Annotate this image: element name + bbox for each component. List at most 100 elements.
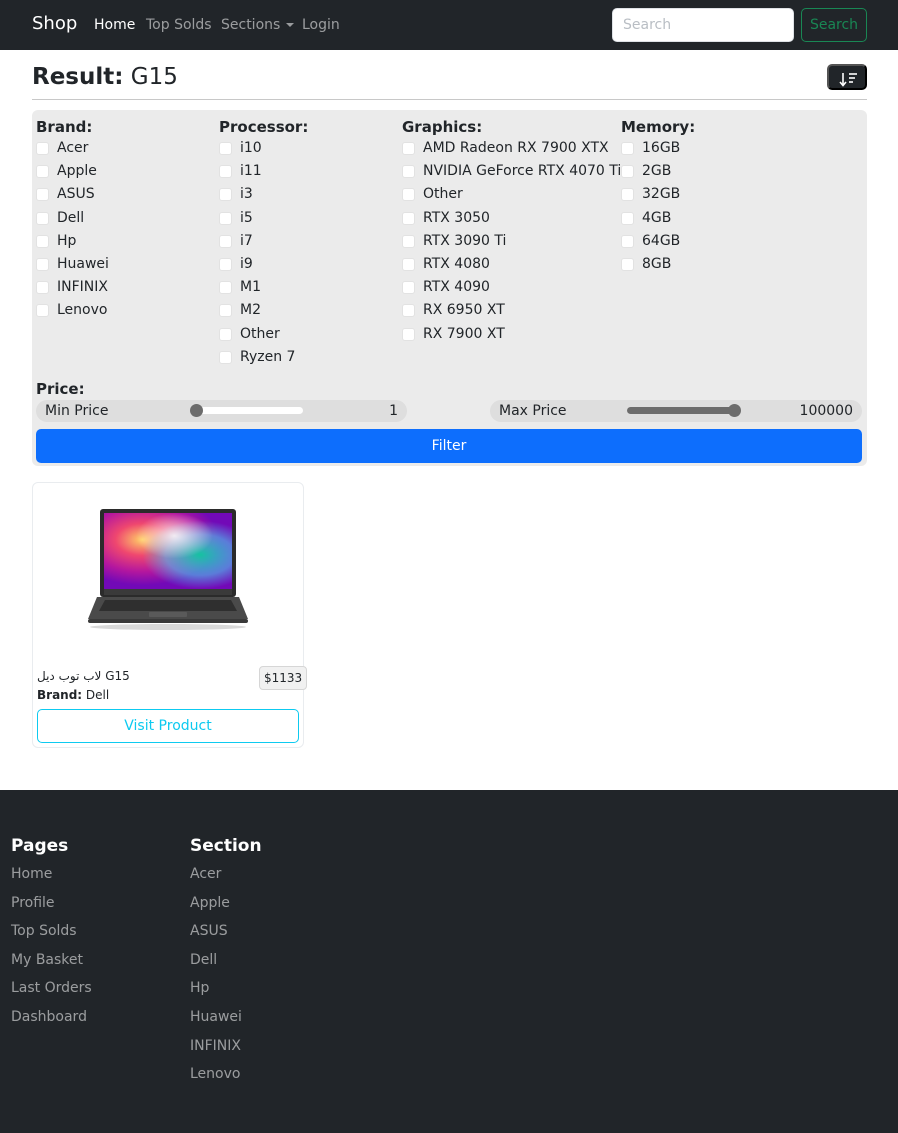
- min-price-slider-thumb[interactable]: [190, 404, 203, 417]
- nav-dropdown-sections[interactable]: Sections: [221, 17, 295, 33]
- filter-option-label: i7: [240, 232, 253, 249]
- footer-link-dashboard[interactable]: Dashboard: [11, 1009, 87, 1025]
- checkbox[interactable]: [402, 211, 415, 225]
- navbar: Shop Home Top Solds Sections Login Searc…: [0, 0, 898, 50]
- price-title: Price:: [36, 380, 85, 398]
- checkbox[interactable]: [219, 327, 232, 341]
- filter-option-label: ASUS: [57, 186, 95, 203]
- filter-option-label: Acer: [57, 140, 89, 156]
- filter-option-label: INFINIX: [57, 279, 108, 296]
- sort-descending-icon: [839, 73, 857, 87]
- nav-link-top-solds[interactable]: Top Solds: [146, 17, 212, 33]
- checkbox[interactable]: [621, 142, 634, 155]
- checkbox[interactable]: [219, 142, 232, 155]
- filter-option-label: 16GB: [642, 140, 681, 156]
- filter-option-label: RX 6950 XT: [423, 302, 505, 319]
- checkbox[interactable]: [219, 211, 232, 225]
- checkbox[interactable]: [402, 258, 415, 271]
- search-button[interactable]: Search: [801, 8, 867, 42]
- checkbox[interactable]: [36, 234, 49, 248]
- checkbox[interactable]: [36, 281, 49, 295]
- footer-link-top-solds[interactable]: Top Solds: [11, 923, 77, 939]
- footer-link-huawei[interactable]: Huawei: [190, 1009, 242, 1025]
- filter-option-label: AMD Radeon RX 7900 XTX: [423, 140, 609, 156]
- footer-link-hp[interactable]: Hp: [190, 980, 209, 996]
- checkbox[interactable]: [402, 188, 415, 202]
- filter-option-label: Other: [240, 325, 280, 342]
- sort-button[interactable]: [827, 64, 867, 90]
- filter-option-label: RTX 3050: [423, 209, 490, 226]
- result-label: Result:: [32, 64, 124, 90]
- footer-link-lenovo[interactable]: Lenovo: [190, 1066, 240, 1082]
- min-price-label: Min Price: [45, 403, 109, 419]
- filter-option-label: Lenovo: [57, 302, 108, 319]
- filter-panel: Brand: Processor: Graphics: Memory: Acer…: [32, 110, 867, 466]
- checkbox[interactable]: [219, 281, 232, 295]
- footer-link-my-basket[interactable]: My Basket: [11, 952, 83, 968]
- checkbox[interactable]: [219, 304, 232, 318]
- footer-link-asus[interactable]: ASUS: [190, 923, 228, 939]
- footer-pages-title: Pages: [11, 836, 69, 856]
- filter-option-label: RX 7900 XT: [423, 325, 505, 342]
- product-name: لاب توب ديل G15: [37, 669, 130, 683]
- filter-memory-title: Memory:: [621, 118, 696, 136]
- checkbox[interactable]: [621, 188, 634, 202]
- caret-down-icon: [286, 23, 295, 27]
- checkbox[interactable]: [402, 165, 415, 179]
- checkbox[interactable]: [402, 234, 415, 248]
- checkbox[interactable]: [402, 142, 415, 155]
- checkbox[interactable]: [402, 304, 415, 318]
- filter-brand-title: Brand:: [36, 118, 93, 136]
- checkbox[interactable]: [36, 211, 49, 225]
- filter-option-label: Huawei: [57, 256, 109, 272]
- footer-link-home[interactable]: Home: [11, 866, 52, 882]
- footer-link-last-orders[interactable]: Last Orders: [11, 980, 92, 996]
- footer-link-apple[interactable]: Apple: [190, 895, 230, 911]
- filter-option-label: i11: [240, 163, 262, 180]
- filter-option-label: Apple: [57, 163, 97, 180]
- filter-button[interactable]: Filter: [36, 429, 862, 463]
- footer-link-profile[interactable]: Profile: [11, 895, 55, 911]
- filter-option-label: 2GB: [642, 163, 672, 180]
- checkbox[interactable]: [621, 165, 634, 179]
- checkbox[interactable]: [621, 258, 634, 271]
- checkbox[interactable]: [36, 258, 49, 271]
- min-price-slider[interactable]: [190, 404, 303, 417]
- checkbox[interactable]: [219, 165, 232, 179]
- checkbox[interactable]: [36, 304, 49, 318]
- brand-logo[interactable]: Shop: [32, 13, 77, 34]
- filter-option-label: 64GB: [642, 232, 681, 249]
- checkbox[interactable]: [36, 188, 49, 202]
- checkbox[interactable]: [219, 234, 232, 248]
- footer-section-title: Section: [190, 836, 262, 856]
- footer-link-dell[interactable]: Dell: [190, 952, 217, 968]
- nav-link-login[interactable]: Login: [302, 17, 340, 33]
- filter-graphics-title: Graphics:: [402, 118, 483, 136]
- visit-product-button[interactable]: Visit Product: [37, 709, 299, 743]
- max-price-label: Max Price: [499, 403, 567, 419]
- footer-link-infinix[interactable]: INFINIX: [190, 1038, 241, 1054]
- max-price-slider-fill: [627, 407, 734, 414]
- filter-option-label: Ryzen 7: [240, 348, 296, 365]
- nav-link-home[interactable]: Home: [94, 17, 135, 33]
- checkbox[interactable]: [36, 165, 49, 179]
- product-brand-label: Brand:: [37, 688, 83, 702]
- max-price-slider[interactable]: [627, 404, 741, 417]
- filter-option-label: Dell: [57, 209, 85, 226]
- min-price-value: 1: [389, 403, 398, 419]
- checkbox[interactable]: [402, 281, 415, 295]
- min-price-range: Min Price 1: [36, 400, 407, 422]
- footer-link-acer[interactable]: Acer: [190, 866, 221, 882]
- product-brand-value: Dell: [85, 688, 110, 702]
- checkbox[interactable]: [402, 327, 415, 341]
- checkbox[interactable]: [621, 211, 634, 225]
- checkbox[interactable]: [219, 350, 232, 364]
- checkbox[interactable]: [36, 142, 49, 155]
- checkbox[interactable]: [219, 188, 232, 202]
- max-price-value: 100000: [799, 403, 853, 419]
- checkbox[interactable]: [621, 234, 634, 248]
- search-input[interactable]: [612, 8, 794, 42]
- max-price-slider-thumb[interactable]: [728, 404, 741, 417]
- max-price-range: Max Price 100000: [490, 400, 862, 422]
- checkbox[interactable]: [219, 258, 232, 271]
